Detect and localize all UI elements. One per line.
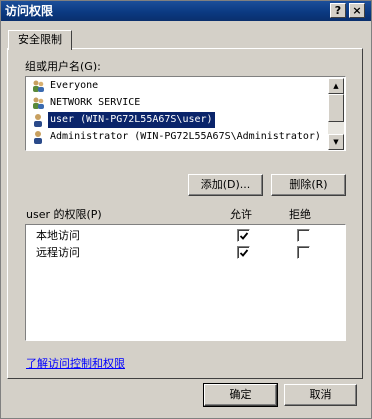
allow-checkbox[interactable] [237, 229, 250, 242]
allow-header: 允许 [230, 208, 252, 221]
list-item-label: user (WIN-PG72L55A67S\user) [48, 112, 215, 128]
deny-checkbox[interactable] [297, 229, 310, 242]
list-item[interactable]: NETWORK SERVICE [27, 95, 328, 111]
list-item[interactable]: Administrator (WIN-PG72L55A67S\Administr… [27, 129, 328, 145]
users-scrollbar[interactable]: ▲ ▼ [328, 78, 344, 150]
users-listbox[interactable]: Everyone NETWORK SERVICE user (WIN-PG72L… [25, 76, 346, 151]
list-item[interactable]: Everyone [27, 78, 328, 94]
permission-row: 本地访问 [26, 227, 345, 244]
scroll-thumb[interactable] [328, 94, 344, 122]
check-icon [239, 249, 249, 257]
list-item-label: Administrator (WIN-PG72L55A67S\Administr… [50, 131, 321, 142]
title-bar[interactable]: 访问权限 ? × [1, 1, 371, 21]
deny-checkbox[interactable] [297, 246, 310, 259]
remove-button[interactable]: 删除(R) [271, 174, 346, 196]
list-item-label: NETWORK SERVICE [50, 97, 141, 108]
dialog-window: 访问权限 ? × 安全限制 组或用户名(G): Everyone NETWORK… [0, 0, 372, 419]
list-item-label: Everyone [50, 80, 99, 91]
deny-header: 拒绝 [289, 208, 311, 221]
permissions-title: user 的权限(P) [26, 208, 102, 221]
help-button[interactable]: ? [330, 3, 346, 18]
add-button[interactable]: 添加(D)... [188, 174, 263, 196]
group-icon [33, 80, 44, 92]
scroll-up-icon[interactable]: ▲ [328, 78, 344, 94]
list-item[interactable]: user (WIN-PG72L55A67S\user) [27, 112, 328, 128]
permission-name: 远程访问 [36, 246, 80, 259]
help-link[interactable]: 了解访问控制和权限 [26, 355, 125, 371]
users-label: 组或用户名(G): [25, 60, 101, 73]
permission-row: 远程访问 [26, 244, 345, 261]
user-icon [34, 131, 42, 144]
cancel-button[interactable]: 取消 [284, 384, 357, 406]
close-button[interactable]: × [349, 3, 365, 18]
check-icon [239, 232, 249, 240]
permissions-list: 本地访问 远程访问 [25, 224, 346, 341]
scroll-down-icon[interactable]: ▼ [328, 134, 344, 150]
tab-security[interactable]: 安全限制 [8, 30, 72, 50]
window-title: 访问权限 [5, 4, 54, 18]
allow-checkbox[interactable] [237, 246, 250, 259]
ok-button[interactable]: 确定 [203, 383, 278, 407]
group-icon [33, 97, 44, 109]
permission-name: 本地访问 [36, 229, 80, 242]
user-icon [34, 114, 42, 127]
